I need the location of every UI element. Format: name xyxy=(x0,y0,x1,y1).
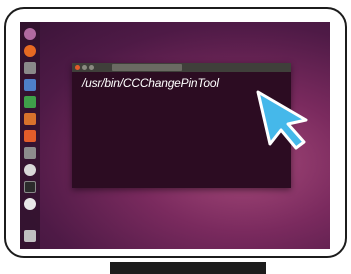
settings-icon[interactable] xyxy=(24,147,36,159)
terminal-command: /usr/bin/CCChangePinTool xyxy=(82,76,219,90)
close-icon[interactable] xyxy=(75,65,80,70)
firefox-icon[interactable] xyxy=(24,45,36,57)
terminal-icon[interactable] xyxy=(24,181,36,193)
impress-icon[interactable] xyxy=(24,113,36,125)
writer-icon[interactable] xyxy=(24,79,36,91)
dash-icon[interactable] xyxy=(24,28,36,40)
trash-icon[interactable] xyxy=(24,230,36,242)
software-center-icon[interactable] xyxy=(24,130,36,142)
terminal-titlebar[interactable] xyxy=(72,63,291,72)
dvd-icon[interactable] xyxy=(24,198,36,210)
terminal-title xyxy=(112,64,182,71)
launcher-bar xyxy=(20,22,40,249)
minimize-icon[interactable] xyxy=(82,65,87,70)
calc-icon[interactable] xyxy=(24,96,36,108)
maximize-icon[interactable] xyxy=(89,65,94,70)
help-icon[interactable] xyxy=(24,164,36,176)
files-icon[interactable] xyxy=(24,62,36,74)
monitor-stand xyxy=(110,262,266,274)
mouse-pointer-icon xyxy=(256,90,308,150)
